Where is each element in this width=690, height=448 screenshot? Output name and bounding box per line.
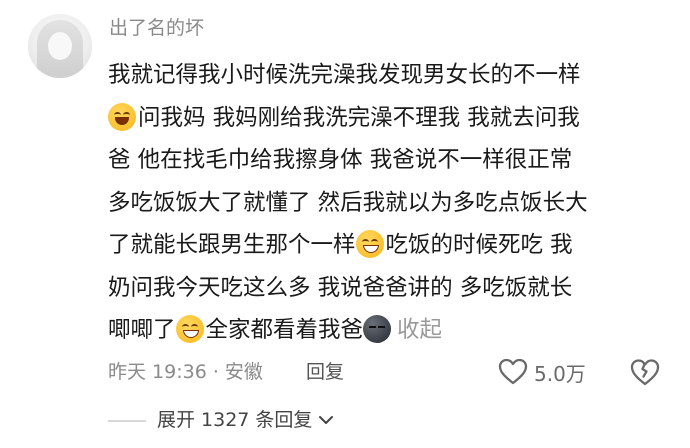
comment-line: 奶问我今天吃这么多 我说爸爸讲的 多吃饭就长 bbox=[108, 274, 573, 301]
comment-line: 唧唧了 全家都看着我爸 收起 bbox=[108, 315, 443, 343]
expand-divider bbox=[108, 420, 146, 422]
expand-replies-label: 展开 1327 条回复 bbox=[157, 409, 313, 431]
heart-icon bbox=[498, 358, 528, 385]
grin-emoji bbox=[175, 315, 204, 343]
reply-button[interactable]: 回复 bbox=[306, 359, 344, 385]
comment-line: 爸 他在找毛巾给我擦身体 我爸说不一样很正常 bbox=[108, 147, 573, 173]
grin-emoji bbox=[355, 230, 384, 258]
username[interactable]: 出了名的坏 bbox=[109, 16, 204, 40]
expand-replies-button[interactable]: 展开 1327 条回复 bbox=[157, 407, 334, 433]
sad-face-emoji bbox=[363, 315, 392, 343]
comment-line: 我就记得我小时候洗完澡我发现男女长的不一样 bbox=[108, 62, 581, 88]
comment-meta: 昨天 19:36 · 安徽 bbox=[108, 361, 263, 383]
comment-line: 问我妈 我妈刚给我洗完澡不理我 我就去问我 bbox=[108, 97, 668, 140]
comment-text: 我就记得我小时候洗完澡我发现男女长的不一样 问我妈 我妈刚给我洗完澡不理我 我就… bbox=[108, 54, 668, 352]
chevron-down-icon bbox=[319, 416, 334, 424]
comment-line: 多吃饭饭大了就懂了 然后我就以为多吃点饭长大 bbox=[108, 189, 588, 216]
comment-line: 了就能长跟男生那个一样 吃饭的时候死吃 我 bbox=[108, 230, 573, 258]
smile-emoji bbox=[108, 102, 136, 131]
like-button[interactable]: 5.0万 bbox=[498, 356, 586, 388]
broken-heart-icon[interactable] bbox=[629, 356, 661, 388]
avatar[interactable] bbox=[28, 14, 92, 78]
like-count: 5.0万 bbox=[534, 361, 586, 386]
collapse-link[interactable]: 收起 bbox=[397, 317, 442, 343]
